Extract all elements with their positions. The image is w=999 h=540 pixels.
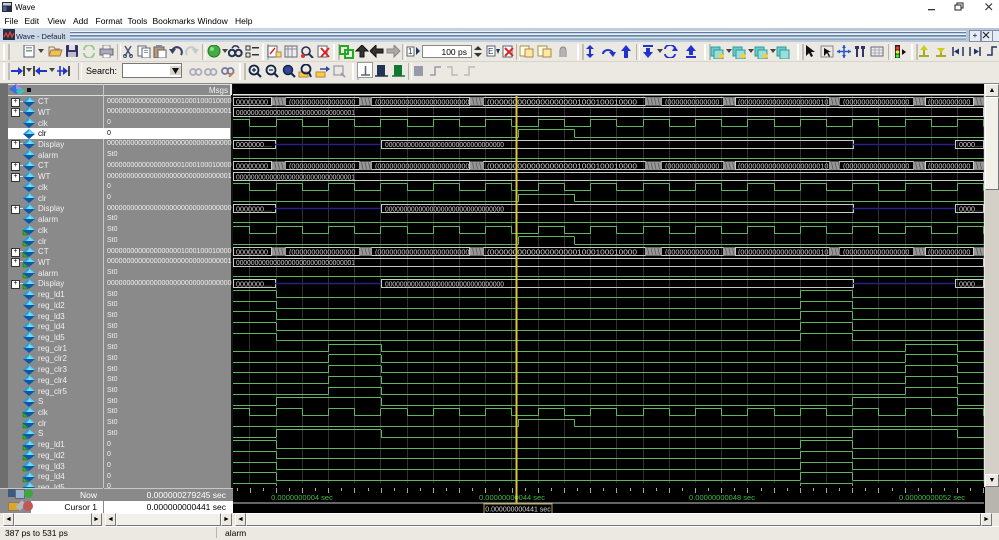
svg-text:0000000....: 0000000.... (236, 280, 272, 289)
svg-text:(0000000000000000: (0000000000000000 (289, 162, 355, 171)
svg-text:(0000000000000: (0000000000000 (665, 97, 719, 106)
svg-text:(00000000000000000000000: (00000000000000000000000 (375, 97, 469, 106)
svg-text:0000000....: 0000000.... (236, 140, 272, 149)
svg-text:(00000000000000000001000100010: (00000000000000000001000100010000 (487, 97, 637, 106)
svg-text:000000000000000000000000000000: 00000000000000000000000000000001 (236, 108, 355, 117)
svg-text:000000000000000000000000000000: 00000000000000000000000000000000 (385, 140, 504, 149)
svg-text:(00000000000000000001000100010: (00000000000000000001000100010000 (487, 162, 637, 171)
svg-text:(0000000000: (0000000000 (928, 97, 970, 106)
svg-text:(0000000000: (0000000000 (928, 247, 970, 256)
svg-text:0000....: 0000.... (959, 280, 983, 289)
svg-text:(0000000000000: (0000000000000 (665, 162, 719, 171)
svg-text:(0000000000: (0000000000 (928, 162, 970, 171)
svg-text:0.0000000004 sec: 0.0000000004 sec (271, 493, 333, 502)
svg-text:000000000000000000000000000000: 00000000000000000000000000000001 (236, 258, 355, 267)
svg-text:(0000000000000000000010: (0000000000000000000010 (738, 162, 828, 171)
svg-text:(00000000000000000000000: (00000000000000000000000 (375, 162, 469, 171)
svg-text:(0000000000000000: (0000000000000000 (843, 97, 909, 106)
svg-text:00000000: 00000000 (236, 247, 268, 256)
svg-text:(0000000000000000000010: (0000000000000000000010 (738, 247, 828, 256)
svg-text:0000....: 0000.... (959, 205, 983, 214)
svg-text:(0000000000000000: (0000000000000000 (289, 97, 355, 106)
svg-text:(00000000000000000001000100010: (00000000000000000001000100010000 (487, 247, 637, 256)
svg-text:000000000000000000000000000000: 00000000000000000000000000000001 (236, 172, 355, 181)
svg-text:E: E (488, 47, 493, 56)
svg-text:1: 1 (408, 47, 413, 56)
svg-text:0000....: 0000.... (959, 140, 983, 149)
svg-text:00000000: 00000000 (236, 162, 268, 171)
svg-text:0000000....: 0000000.... (236, 205, 272, 214)
svg-text:(0000000000000000: (0000000000000000 (843, 247, 909, 256)
svg-text:0.00000000048 sec: 0.00000000048 sec (689, 493, 755, 502)
svg-text:(0000000000000: (0000000000000 (665, 247, 719, 256)
svg-text:(0000000000000000: (0000000000000000 (843, 162, 909, 171)
svg-text:000000000000000000000000000000: 00000000000000000000000000000000 (385, 205, 504, 214)
svg-text:0.00000000044 sec: 0.00000000044 sec (479, 493, 545, 502)
svg-text:000000000000000000000000000000: 00000000000000000000000000000000 (385, 280, 504, 289)
svg-text:0.00000000052 sec: 0.00000000052 sec (899, 493, 965, 502)
svg-text:00000000: 00000000 (236, 97, 268, 106)
svg-text:(0000000000000000: (0000000000000000 (289, 247, 355, 256)
svg-text:(00000000000000000000000: (00000000000000000000000 (375, 247, 469, 256)
svg-text:(0000000000000000000010: (0000000000000000000010 (738, 97, 828, 106)
